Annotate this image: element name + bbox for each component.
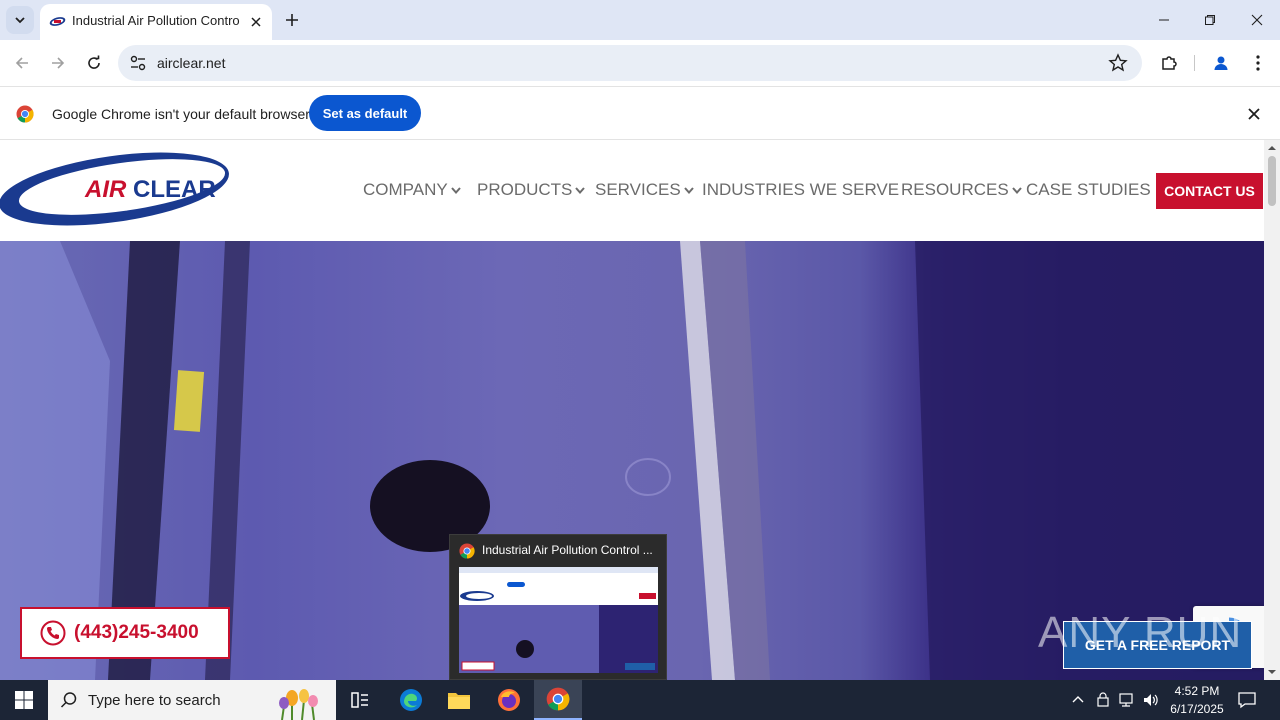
chrome-logo-icon [16,105,34,123]
chevron-down-icon [450,187,461,195]
task-view-icon [351,692,368,708]
browser-toolbar: airclear.net [0,40,1280,86]
reload-icon [88,55,100,69]
restore-icon [1205,15,1215,25]
close-icon[interactable] [1244,104,1264,124]
profile-icon [1214,56,1228,70]
set-as-default-button[interactable]: Set as default [309,95,421,131]
taskbar-firefox[interactable] [485,680,533,720]
search-icon [60,692,77,708]
scroll-down-icon[interactable] [1264,666,1280,678]
puzzle-icon [1162,56,1177,70]
chevron-down-icon [1011,187,1022,195]
forward-button[interactable] [44,49,72,77]
address-bar[interactable]: airclear.net [118,45,1142,81]
url-text[interactable]: airclear.net [157,55,225,71]
tab-close-button[interactable] [246,12,266,32]
plus-icon [286,14,298,26]
nav-label: SERVICES [595,180,681,199]
arrow-right-icon [52,57,65,69]
nav-label: COMPANY [363,180,448,199]
close-icon [1251,14,1263,26]
chrome-logo-icon [459,543,475,559]
phone-number: (443)245-3400 [74,622,199,643]
chevron-down-icon [15,17,25,24]
extensions-button[interactable] [1155,49,1183,77]
folder-icon [448,693,470,709]
menu-button[interactable] [1244,49,1272,77]
airclear-favicon-icon [49,17,66,26]
reload-button[interactable] [80,49,108,77]
toolbar-divider [1194,55,1195,71]
infobar-message: Google Chrome isn't your default browser [52,106,310,122]
close-window-button[interactable] [1234,0,1280,40]
nav-label: PRODUCTS [477,180,573,199]
start-button[interactable] [0,680,48,720]
task-view-button[interactable] [336,680,384,720]
taskbar-file-explorer[interactable] [435,680,483,720]
show-hidden-icons-icon[interactable] [1071,693,1085,707]
notifications-icon[interactable] [1238,691,1256,709]
clock-date[interactable]: 6/17/2025 [1162,702,1232,716]
preview-title: Industrial Air Pollution Control ... [482,543,653,557]
chevron-down-icon [575,187,586,195]
network-icon[interactable] [1117,692,1135,708]
tab-strip: Industrial Air Pollution Control S [0,0,1280,40]
chevron-down-icon [683,187,694,195]
minimize-icon [1159,19,1169,21]
volume-icon[interactable] [1142,692,1160,708]
nav-industries[interactable]: INDUSTRIES WE SERVE [702,180,899,200]
nav-services[interactable]: SERVICES [595,180,695,200]
edge-icon [400,689,422,711]
default-browser-infobar: Google Chrome isn't your default browser… [0,86,1280,140]
anyrun-watermark: ANY RUN [1038,608,1243,657]
clock-time[interactable]: 4:52 PM [1168,684,1226,698]
taskbar-window-preview[interactable]: Industrial Air Pollution Control ... [449,534,667,680]
security-icon[interactable] [1095,692,1111,708]
page-scrollbar[interactable] [1264,140,1280,680]
firefox-icon [498,689,520,711]
profile-button[interactable] [1207,49,1235,77]
taskbar-chrome-active[interactable] [534,680,582,720]
tab-title: Industrial Air Pollution Control S [72,13,240,28]
nav-company[interactable]: COMPANY [363,180,462,200]
chrome-logo-icon [546,687,570,711]
windows-icon [15,691,33,709]
site-info-icon[interactable] [128,53,148,73]
phone-icon [40,620,66,646]
star-icon[interactable] [1108,53,1128,73]
taskbar-search-box[interactable]: Type here to search [48,680,336,720]
close-icon [251,17,261,27]
scroll-up-icon[interactable] [1264,142,1280,154]
tulips-search-highlight-icon [279,689,318,720]
logo-clear-text: CLEAR [133,176,216,203]
back-button[interactable] [8,49,36,77]
site-header: AIR CLEAR COMPANY PRODUCTS SERVICES INDU… [0,140,1264,241]
minimize-button[interactable] [1141,0,1187,40]
nav-products[interactable]: PRODUCTS [477,180,586,200]
search-placeholder: Type here to search [88,692,221,709]
preview-thumbnail [459,567,658,673]
new-tab-button[interactable] [280,8,304,32]
logo-air-text: AIR [84,176,127,203]
nav-case-studies[interactable]: CASE STUDIES [1026,180,1151,200]
more-vertical-icon [1256,55,1260,71]
arrow-left-icon [15,57,28,69]
preview-thumbnail-image [459,567,658,673]
taskbar-edge[interactable] [387,680,435,720]
nav-resources[interactable]: RESOURCES [901,180,1023,200]
tab-search-button[interactable] [6,6,34,34]
scroll-thumb[interactable] [1268,156,1276,206]
nav-label: RESOURCES [901,180,1009,199]
windows-taskbar: Type here to search 4:52 PM 6/17/2025 [0,680,1280,720]
active-tab[interactable]: Industrial Air Pollution Control S [40,4,272,40]
restore-button[interactable] [1187,0,1233,40]
phone-call-button[interactable]: (443)245-3400 [20,607,230,659]
contact-us-button[interactable]: CONTACT US [1156,173,1263,209]
nav-label: CASE STUDIES [1026,180,1151,199]
nav-label: INDUSTRIES WE SERVE [702,180,900,199]
airclear-logo[interactable]: AIR CLEAR [0,149,232,229]
